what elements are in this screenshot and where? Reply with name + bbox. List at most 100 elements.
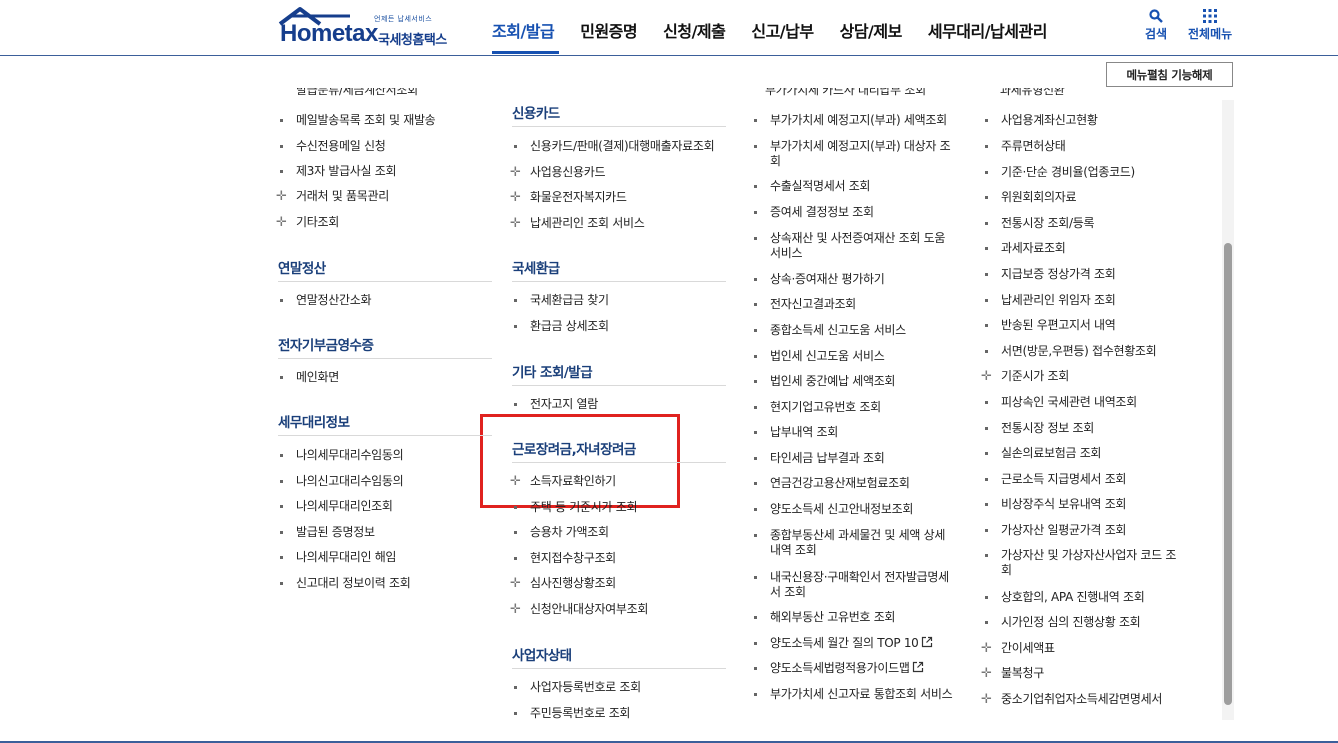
expand-plus-icon: ✛ [981, 666, 992, 681]
menu-item[interactable]: 상속·증여재산 평가하기 [770, 272, 885, 287]
menu-item[interactable]: 증여세 결정정보 조회 [770, 205, 874, 220]
menu-item[interactable]: 기준·단순 경비율(업종코드) [1001, 165, 1135, 180]
menu-item[interactable]: 신고대리 정보이력 조회 [296, 576, 411, 591]
menu-item[interactable]: 사업자등록번호로 조회 [530, 680, 641, 695]
menu-item[interactable]: 제3자 발급사실 조회 [296, 164, 397, 179]
hometax-logo[interactable]: 언제든 납세서비스 Hometax 국세청홈택스 [276, 6, 466, 50]
bullet-icon [985, 247, 988, 250]
menu-item[interactable]: 기타조회 [296, 215, 339, 230]
menu-item[interactable]: 연말정산간소화 [296, 293, 371, 308]
menu-item[interactable]: 과세자료조회 [1001, 241, 1066, 256]
menu-item[interactable]: 수신전용메일 신청 [296, 139, 386, 154]
search-button[interactable]: 검색 [1145, 9, 1167, 42]
menu-expand-release-button[interactable]: 메뉴펼침 기능해제 [1106, 62, 1233, 87]
bullet-icon [985, 299, 988, 302]
menu-item[interactable]: 사업용신용카드 [530, 165, 605, 180]
menu-item[interactable]: 전자신고결과조회 [770, 297, 856, 312]
menu-item[interactable]: 부가가치세 예정고지(부과) 대상자 조 회 [770, 139, 951, 169]
menu-item[interactable]: 실손의료보험금 조회 [1001, 446, 1101, 461]
all-menu-button[interactable]: 전체메뉴 [1188, 9, 1232, 42]
menu-item[interactable]: 화물운전자복지카드 [530, 190, 627, 205]
menu-item[interactable]: 양도소득세 신고안내정보조회 [770, 502, 913, 517]
menu-item[interactable]: 납세관리인 조회 서비스 [530, 216, 645, 231]
menu-item[interactable]: 법인세 중간예납 세액조회 [770, 374, 895, 389]
menu-item[interactable]: 소득자료확인하기 [530, 474, 616, 489]
bullet-icon [280, 454, 283, 457]
menu-item[interactable]: 전통시장 정보 조회 [1001, 421, 1094, 436]
section-title: 사업자상태 [512, 648, 572, 664]
gnb-item-tax-agent[interactable]: 세무대리/납세관리 [928, 18, 1048, 42]
menu-item[interactable]: 상속재산 및 사전증여재산 조회 도움 서비스 [770, 231, 945, 261]
menu-item[interactable]: 환급금 상세조회 [530, 319, 609, 334]
menu-item[interactable]: 발급문류/세금계산서조회 [296, 88, 418, 98]
menu-item[interactable]: 중소기업취업자소득세감면명세서 [1001, 692, 1162, 707]
search-icon [1149, 9, 1163, 23]
menu-item[interactable]: 납세관리인 위임자 조회 [1001, 293, 1116, 308]
menu-item[interactable]: 연금건강고용산재보험료조회 [770, 476, 910, 491]
bullet-icon [280, 170, 283, 173]
menu-item[interactable]: 사업용계좌신고현황 [1001, 113, 1098, 128]
menu-item[interactable]: 비상장주식 보유내역 조회 [1001, 497, 1126, 512]
menu-item[interactable]: 납부내역 조회 [770, 425, 838, 440]
menu-item[interactable]: 주택 등 기준시가 조회 [530, 500, 638, 515]
menu-item[interactable]: 나의세무대리인 해임 [296, 550, 396, 565]
menu-item[interactable]: 종합소득세 신고도움 서비스 [770, 323, 906, 338]
menu-item[interactable]: 나의세무대리수임동의 [296, 448, 404, 463]
menu-item[interactable]: 양도소득세법령적용가이드맵 [770, 661, 924, 676]
bullet-icon [754, 693, 757, 696]
menu-item[interactable]: 국세환급금 찾기 [530, 293, 609, 308]
menu-item[interactable]: 나의세무대리인조회 [296, 499, 393, 514]
menu-item[interactable]: 법인세 신고도움 서비스 [770, 349, 885, 364]
menu-item[interactable]: 주류면허상태 [1001, 139, 1066, 154]
bullet-icon [754, 329, 757, 332]
menu-item[interactable]: 양도소득세 월간 질의 TOP 10 [770, 636, 933, 651]
menu-item[interactable]: 주민등록번호로 조회 [530, 706, 630, 721]
menu-item[interactable]: 반송된 우편고지서 내역 [1001, 318, 1116, 333]
scrollbar-thumb[interactable] [1224, 243, 1232, 705]
menu-item[interactable]: 가상자산 및 가상자산사업자 코드 조 회 [1001, 548, 1176, 578]
menu-item[interactable]: 간이세액표 [1001, 641, 1055, 656]
menu-item[interactable]: 부가가치세 예정고지(부과) 세액조회 [770, 113, 947, 128]
gnb-item-inquiry[interactable]: 조회/발급 [492, 18, 555, 42]
menu-item[interactable]: 신용카드/판매(결제)대행매출자료조회 [530, 139, 715, 154]
section-divider [278, 281, 492, 282]
menu-item[interactable]: 거래처 및 품목관리 [296, 189, 389, 204]
menu-item[interactable]: 부가가치세 신고자료 통합조회 서비스 [770, 687, 953, 702]
menu-item[interactable]: 전자고지 열람 [530, 397, 598, 412]
menu-item[interactable]: 시가인정 심의 진행상황 조회 [1001, 615, 1141, 630]
menu-item[interactable]: 나의신고대리수임동의 [296, 474, 404, 489]
menu-item[interactable]: 발급된 증명정보 [296, 525, 375, 540]
gnb-item-consult[interactable]: 상담/제보 [840, 18, 903, 42]
menu-item[interactable]: 내국신용장·구매확인서 전자발급명세 서 조회 [770, 570, 949, 600]
gnb-item-certificate[interactable]: 민원증명 [580, 18, 637, 42]
menu-item[interactable]: 부가가치세 카드사 대리납부 조회 [765, 88, 926, 98]
menu-item[interactable]: 위원회회의자료 [1001, 190, 1076, 205]
menu-item[interactable]: 타인세금 납부결과 조회 [770, 451, 885, 466]
all-menu-label: 전체메뉴 [1188, 27, 1233, 41]
menu-item[interactable]: 지급보증 정상가격 조회 [1001, 267, 1116, 282]
menu-item[interactable]: 해외부동산 고유번호 조회 [770, 610, 895, 625]
menu-item[interactable]: 전통시장 조회/등록 [1001, 216, 1094, 231]
menu-item[interactable]: 수출실적명세서 조회 [770, 179, 870, 194]
bullet-icon [754, 576, 757, 579]
menu-item[interactable]: 기준시가 조회 [1001, 369, 1069, 384]
menu-item[interactable]: 승용차 가액조회 [530, 525, 609, 540]
menu-item[interactable]: 메인화면 [296, 370, 339, 385]
menu-item[interactable]: 불복청구 [1001, 666, 1044, 681]
menu-item[interactable]: 상호합의, APA 진행내역 조회 [1001, 590, 1145, 605]
menu-item[interactable]: 현지기업고유번호 조회 [770, 400, 881, 415]
menu-item[interactable]: 서면(방문,우편등) 접수현황조회 [1001, 344, 1157, 359]
expand-plus-icon: ✛ [510, 576, 521, 591]
expand-plus-icon: ✛ [510, 190, 521, 205]
menu-item[interactable]: 메일발송목록 조회 및 재발송 [296, 113, 436, 128]
gnb-item-application[interactable]: 신청/제출 [663, 18, 726, 42]
menu-item[interactable]: 신청안내대상자여부조회 [530, 602, 648, 617]
menu-item[interactable]: 과세유형전환 [1000, 88, 1065, 98]
menu-item[interactable]: 근로소득 지급명세서 조회 [1001, 472, 1126, 487]
menu-item[interactable]: 피상속인 국세관련 내역조회 [1001, 395, 1137, 410]
gnb-item-report-pay[interactable]: 신고/납부 [751, 18, 814, 42]
menu-item[interactable]: 종합부동산세 과세물건 및 세액 상세 내역 조회 [770, 528, 945, 558]
menu-item[interactable]: 현지접수창구조회 [530, 551, 616, 566]
menu-item[interactable]: 심사진행상황조회 [530, 576, 616, 591]
menu-item[interactable]: 가상자산 일평균가격 조회 [1001, 523, 1126, 538]
